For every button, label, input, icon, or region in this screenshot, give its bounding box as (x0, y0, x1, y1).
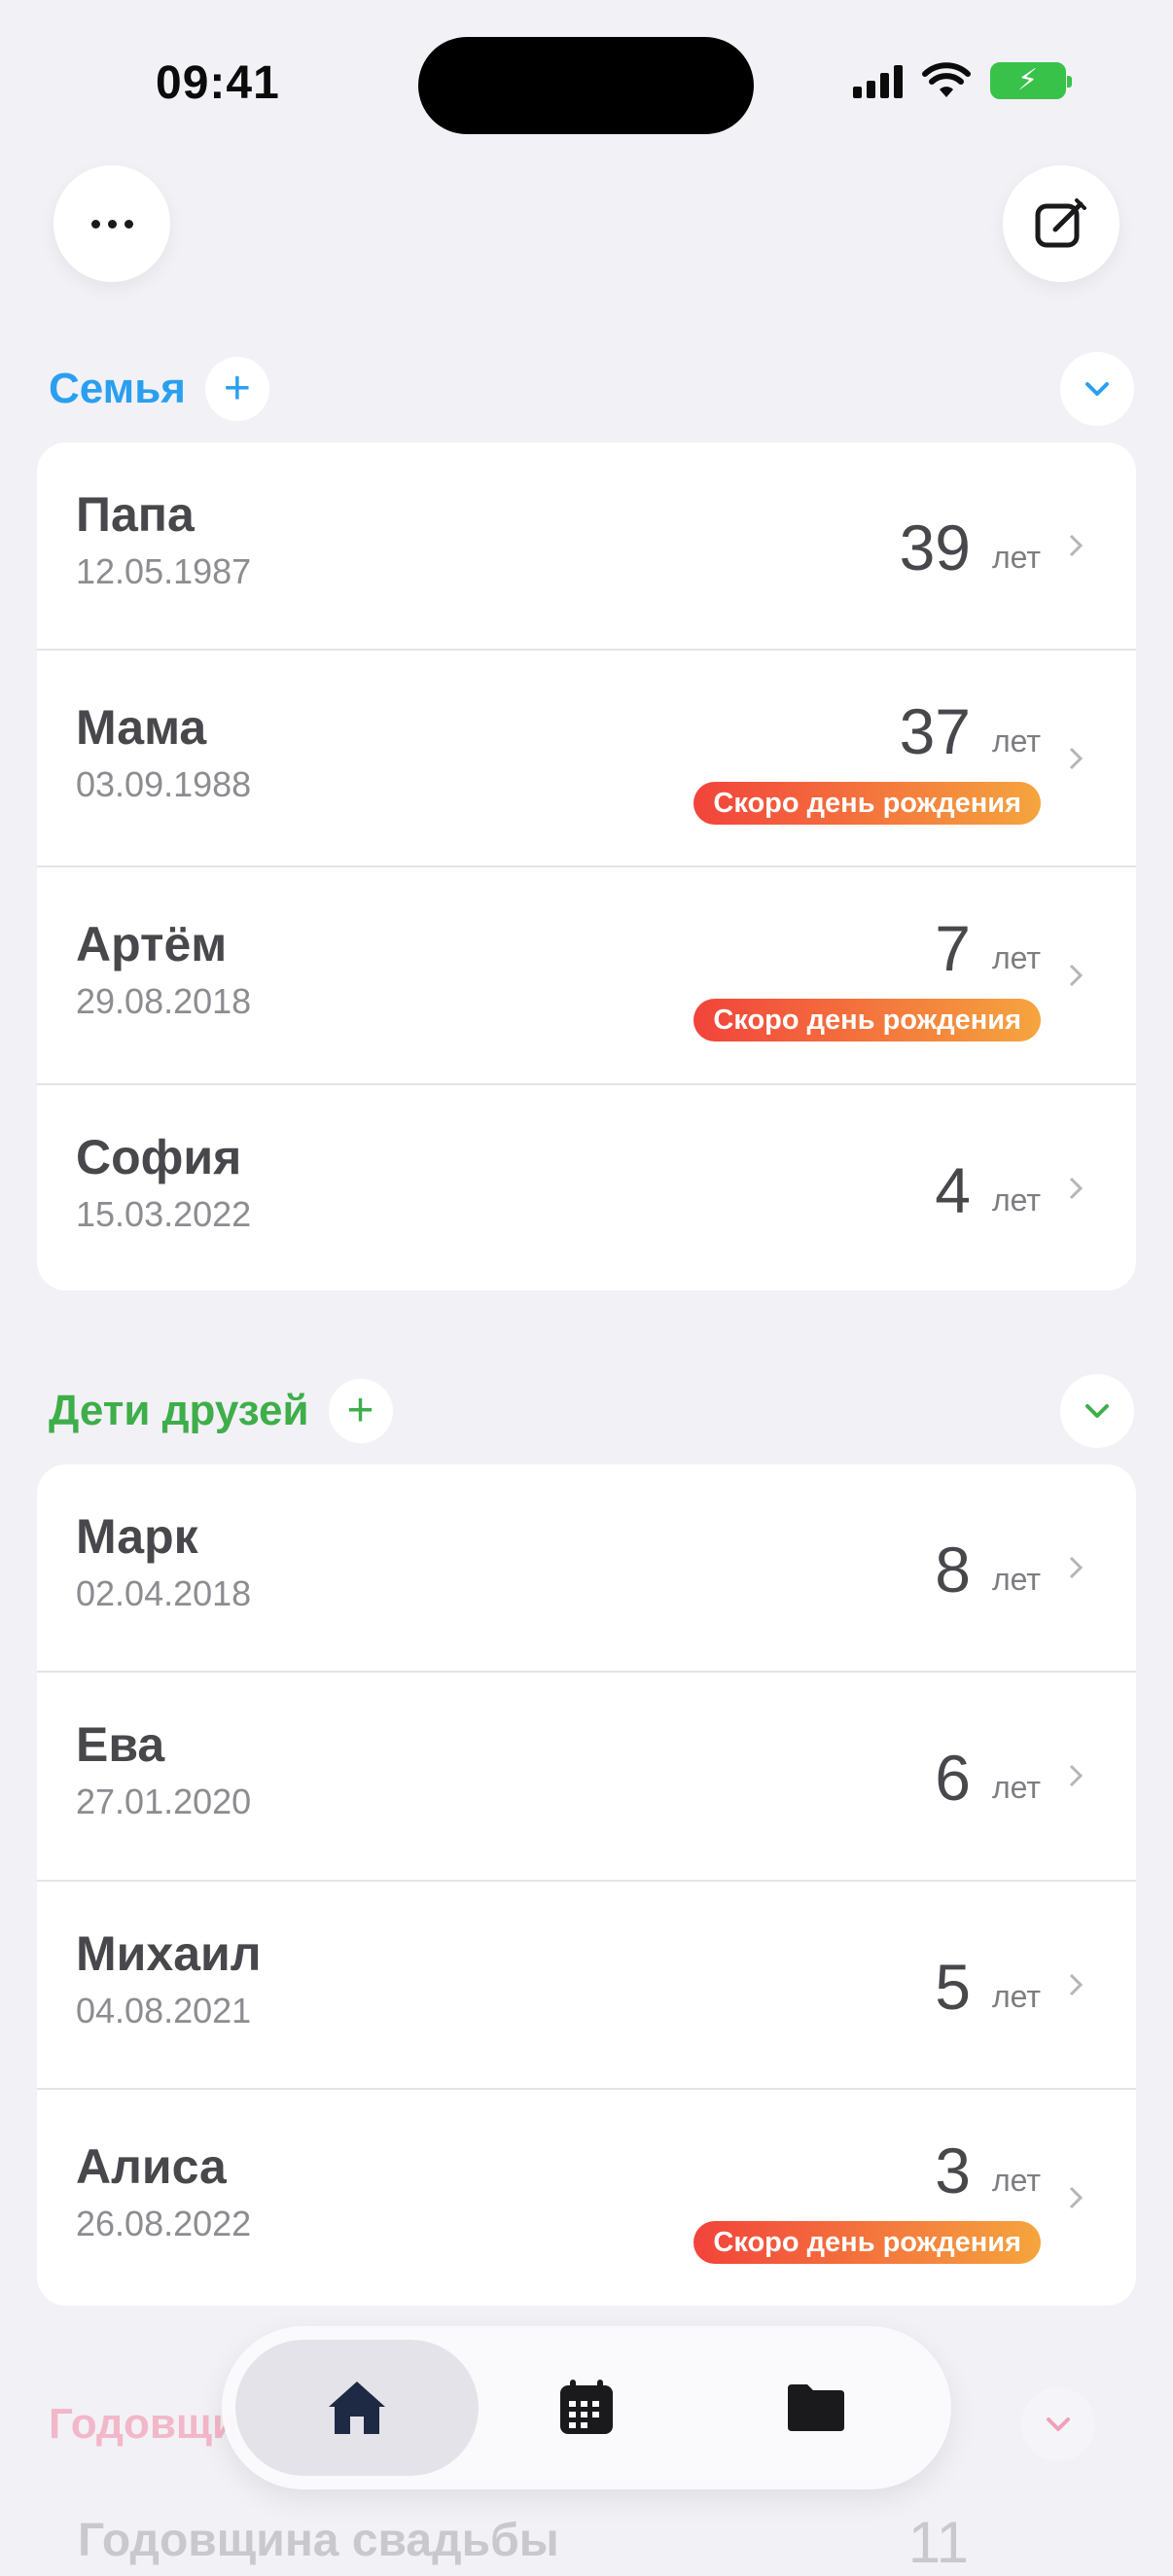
birth-date: 12.05.1987 (76, 551, 252, 591)
chevron-right-icon (1069, 747, 1084, 770)
person-name: Артём (76, 917, 228, 971)
age-value: 8 (935, 1534, 971, 1606)
calendar-icon (560, 2380, 613, 2434)
birth-date: 29.08.2018 (76, 981, 252, 1021)
ellipsis-icon (90, 219, 133, 229)
wifi-icon (922, 62, 971, 97)
section-title: Семья (49, 365, 186, 412)
status-icons: ⚡ (853, 62, 1072, 99)
age-value: 37 (899, 695, 971, 767)
plus-icon: + (223, 363, 251, 414)
chevron-right-icon (1069, 1177, 1084, 1200)
person-name: Мама (76, 700, 207, 755)
age-value: 7 (935, 912, 971, 984)
list-item[interactable]: Марк 02.04.2018 8 лет (37, 1464, 1136, 1673)
age-value: 6 (935, 1742, 971, 1814)
age-value: 39 (899, 512, 971, 583)
compose-icon (1035, 198, 1086, 248)
age-unit: лет (991, 1562, 1041, 1597)
age-value: 5 (935, 1951, 971, 2023)
chevron-right-icon (1069, 1764, 1084, 1787)
collapse-section-button[interactable] (1060, 1374, 1134, 1448)
person-name: Марк (76, 1509, 198, 1564)
tab-home[interactable] (235, 2340, 479, 2476)
age-unit: лет (991, 1182, 1041, 1217)
anniversary-years: 11 (907, 2510, 969, 2575)
add-person-button[interactable]: + (204, 357, 269, 421)
more-button[interactable] (53, 165, 170, 282)
age-unit: лет (991, 940, 1041, 975)
birth-date: 03.09.1988 (76, 764, 252, 804)
age-value: 4 (935, 1154, 971, 1226)
dynamic-island (418, 37, 754, 134)
battery-charging-icon: ⚡ (990, 62, 1072, 99)
anniversary-name: Годовщина свадьбы (78, 2515, 559, 2566)
chevron-right-icon (1069, 1556, 1084, 1579)
list-item[interactable]: Мама 03.09.1988 37 лет Скоро день рожден… (37, 651, 1136, 867)
upcoming-birthday-badge: Скоро день рождения (693, 999, 1041, 1041)
age-value: 3 (935, 2135, 971, 2206)
section-header-family: Семья + (49, 352, 1134, 426)
tab-calendar[interactable] (465, 2340, 708, 2476)
chevron-right-icon (1069, 534, 1084, 557)
birth-date: 27.01.2020 (76, 1782, 252, 1821)
person-name: Папа (76, 487, 195, 542)
plus-icon: + (346, 1385, 374, 1436)
upcoming-birthday-badge: Скоро день рождения (693, 782, 1041, 825)
age-unit: лет (991, 540, 1041, 575)
tab-bar (222, 2326, 951, 2489)
cellular-signal-icon (853, 63, 903, 98)
list-item[interactable]: Михаил 04.08.2021 5 лет (37, 1882, 1136, 2090)
person-name: Михаил (76, 1926, 262, 1981)
family-list: Папа 12.05.1987 39 лет Мама 03.09.1988 3… (37, 442, 1136, 1290)
chevron-down-icon (1085, 1404, 1109, 1418)
birth-date: 26.08.2022 (76, 2204, 252, 2243)
age-unit: лет (991, 1770, 1041, 1805)
list-item[interactable]: Артём 29.08.2018 7 лет Скоро день рожден… (37, 867, 1136, 1085)
birth-date: 04.08.2021 (76, 1991, 252, 2030)
upcoming-birthday-badge: Скоро день рождения (693, 2221, 1041, 2264)
collapse-section-button[interactable] (1021, 2387, 1095, 2461)
section-title: Дети друзей (49, 1387, 309, 1434)
person-name: Ева (76, 1717, 165, 1772)
list-item[interactable]: Алиса 26.08.2022 3 лет Скоро день рожден… (37, 2090, 1136, 2306)
tab-folder[interactable] (694, 2340, 938, 2476)
list-item[interactable]: Папа 12.05.1987 39 лет (37, 442, 1136, 651)
status-time: 09:41 (156, 57, 280, 109)
chevron-right-icon (1069, 964, 1084, 987)
chevron-down-icon (1085, 382, 1109, 396)
home-icon (329, 2382, 385, 2434)
edit-button[interactable] (1003, 165, 1120, 282)
folder-icon (788, 2384, 844, 2431)
age-unit: лет (991, 1979, 1041, 2014)
list-item[interactable]: София 15.03.2022 4 лет (37, 1085, 1136, 1290)
birth-date: 02.04.2018 (76, 1573, 252, 1613)
age-unit: лет (991, 723, 1041, 759)
chevron-down-icon (1047, 2417, 1070, 2431)
friends-kids-list: Марк 02.04.2018 8 лет Ева 27.01.2020 6 л… (37, 1464, 1136, 2306)
person-name: Алиса (76, 2139, 227, 2194)
chevron-right-icon (1069, 1973, 1084, 1996)
add-person-button[interactable]: + (328, 1379, 393, 1443)
collapse-section-button[interactable] (1060, 352, 1134, 426)
chevron-right-icon (1069, 2186, 1084, 2209)
birth-date: 15.03.2022 (76, 1194, 252, 1234)
person-name: София (76, 1130, 242, 1184)
section-header-friends-kids: Дети друзей + (49, 1374, 1134, 1448)
list-item[interactable]: Ева 27.01.2020 6 лет (37, 1673, 1136, 1882)
age-unit: лет (991, 2163, 1041, 2198)
